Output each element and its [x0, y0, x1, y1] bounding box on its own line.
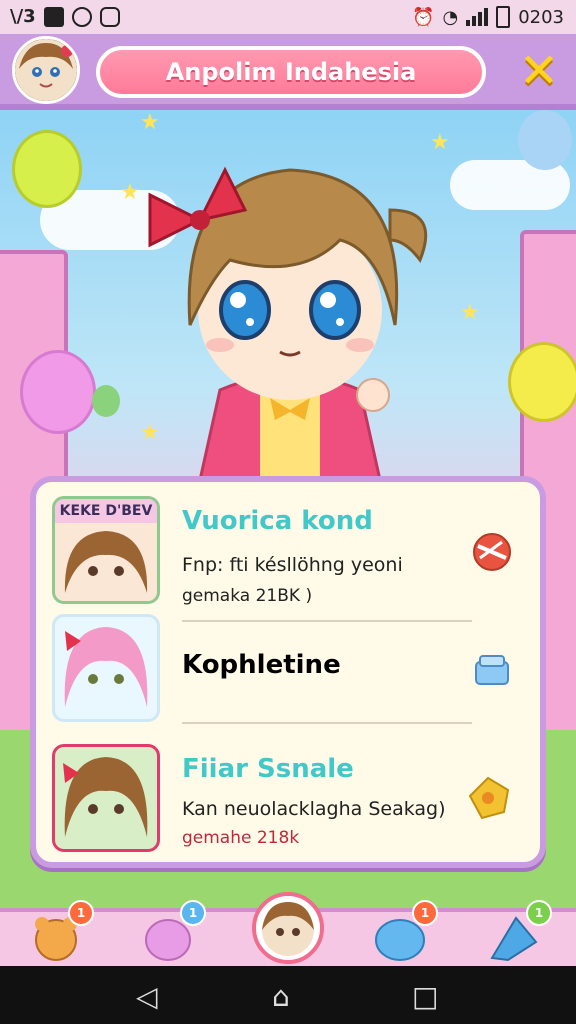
item-meta: gemahe 218k: [182, 828, 300, 848]
thumbnail-image: [52, 614, 160, 722]
candy-icon: [472, 532, 512, 572]
nav-home-avatar-button[interactable]: [252, 892, 324, 964]
item-title: Vuorica kond: [182, 506, 373, 536]
nav-badge: 1: [180, 900, 206, 926]
status-bar: \/3 ⏰ ◔ 0203: [0, 0, 576, 34]
page-title: Anpolim Indahesia: [96, 46, 486, 98]
item-meta: gemaka 21BK ): [182, 586, 313, 606]
notification-icon: [43, 6, 64, 27]
thumbnail-image: [52, 744, 160, 852]
nav-badge: 1: [526, 900, 552, 926]
star-icon: ★: [460, 300, 480, 325]
nav-badge: 1: [412, 900, 438, 926]
app-icon: [99, 6, 120, 27]
back-icon[interactable]: ◁: [136, 980, 158, 1013]
gold-badge-icon: [466, 776, 512, 822]
item-title-text: Vuorica kond: [182, 506, 373, 536]
list-item[interactable]: KEKE D'BEV Vuorica kond Fnp: fti késllöh…: [52, 496, 532, 610]
home-avatar-icon: [252, 892, 324, 964]
thumbnail-label: KEKE D'BEV: [55, 499, 157, 523]
smiley-balloon-icon: [508, 342, 576, 422]
star-icon: ★: [140, 110, 160, 135]
list-item[interactable]: Fiiar Ssnale Kan neuolacklagha Seakag) g…: [52, 744, 532, 858]
item-subtitle: Kan neuolacklagha Seakag): [182, 798, 446, 820]
blue-balloon-icon: [518, 110, 572, 170]
wifi-icon: ◔: [442, 6, 459, 28]
status-right: ⏰ ◔ 0203: [412, 6, 564, 28]
yellow-balloon-icon: [12, 130, 82, 208]
list-item[interactable]: Kophletine: [52, 614, 532, 728]
item-subtitle: Fnp: fti késllöhng yeoni: [182, 554, 403, 576]
signal-icon: [466, 8, 489, 26]
nav-bear-button[interactable]: 1: [28, 900, 94, 968]
recents-icon[interactable]: □: [412, 980, 438, 1013]
pink-balloon-icon: [20, 350, 96, 434]
list-card: KEKE D'BEV Vuorica kond Fnp: fti késllöh…: [30, 476, 546, 868]
star-icon: ★: [120, 180, 140, 205]
nav-flag-button[interactable]: 1: [486, 900, 552, 968]
nav-blob-button[interactable]: 1: [372, 900, 438, 968]
alarm-icon: ⏰: [412, 6, 435, 28]
clock-icon: [71, 6, 92, 27]
status-left-text: \/3: [10, 6, 36, 27]
main-character: [140, 140, 440, 482]
thumbnail-image: KEKE D'BEV: [52, 496, 160, 604]
divider: [182, 722, 472, 724]
home-icon[interactable]: ⌂: [272, 980, 290, 1013]
nav-cat-button[interactable]: 1: [140, 900, 206, 968]
battery-icon: [496, 6, 511, 28]
close-button[interactable]: ✕: [514, 43, 564, 99]
item-title: Fiiar Ssnale: [182, 754, 354, 784]
green-balloon-icon: [92, 385, 120, 417]
nav-badge: 1: [68, 900, 94, 926]
item-title-text: Fiiar Ssnale: [182, 754, 354, 784]
item-title: Kophletine: [182, 650, 341, 680]
profile-avatar[interactable]: [12, 36, 80, 104]
status-time: 0203: [518, 6, 564, 28]
status-left: \/3: [10, 6, 120, 27]
gift-box-icon: [472, 650, 512, 690]
